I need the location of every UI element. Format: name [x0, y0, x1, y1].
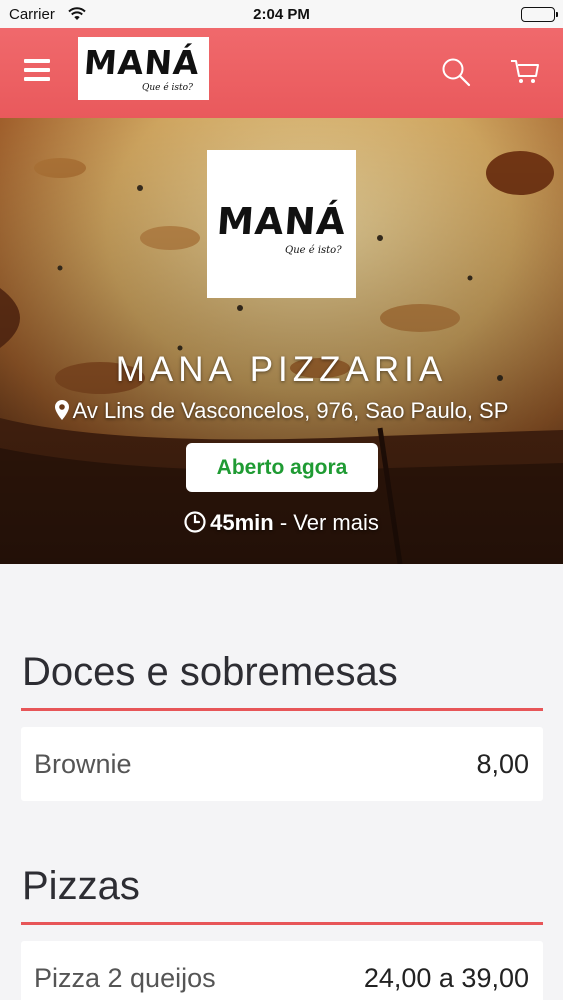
- section-divider: [21, 922, 543, 925]
- header-logo[interactable]: MANÁ Que é isto?: [78, 37, 209, 100]
- store-address[interactable]: Av Lins de Vasconcelos, 976, Sao Paulo, …: [0, 398, 563, 426]
- delivery-time: 45min: [210, 510, 274, 535]
- store-logo: MANÁ Que é isto?: [207, 150, 356, 298]
- store-hero-banner: MANÁ Que é isto? MANA PIZZARIA Av Lins d…: [0, 118, 563, 564]
- see-more-link[interactable]: - Ver mais: [274, 510, 379, 535]
- menu-icon[interactable]: [24, 59, 50, 81]
- section-divider: [21, 708, 543, 711]
- section-title: Doces e sobremesas: [22, 650, 398, 694]
- top-navbar: MANÁ Que é isto?: [0, 28, 563, 118]
- menu-item-row[interactable]: Brownie 8,00: [21, 727, 543, 801]
- map-pin-icon: [54, 400, 69, 426]
- section-title: Pizzas: [22, 864, 140, 908]
- item-price: 24,00 a 39,00: [363, 963, 529, 993]
- menu-item-row[interactable]: Pizza 2 queijos 24,00 a 39,00: [21, 941, 543, 1000]
- cart-icon[interactable]: [510, 56, 540, 91]
- open-status-badge: Aberto agora: [186, 443, 378, 492]
- item-name: Pizza 2 queijos: [34, 963, 216, 993]
- battery-icon: [521, 7, 558, 22]
- address-text: Av Lins de Vasconcelos, 976, Sao Paulo, …: [72, 398, 509, 423]
- delivery-info[interactable]: 45min - Ver mais: [0, 510, 563, 539]
- status-bar: Carrier 2:04 PM: [0, 0, 563, 28]
- search-icon[interactable]: [441, 57, 471, 92]
- item-name: Brownie: [34, 749, 132, 779]
- clock-time: 2:04 PM: [253, 6, 310, 23]
- item-price: 8,00: [476, 749, 529, 779]
- clock-icon: [184, 511, 206, 539]
- store-name: MANA PIZZARIA: [115, 350, 448, 389]
